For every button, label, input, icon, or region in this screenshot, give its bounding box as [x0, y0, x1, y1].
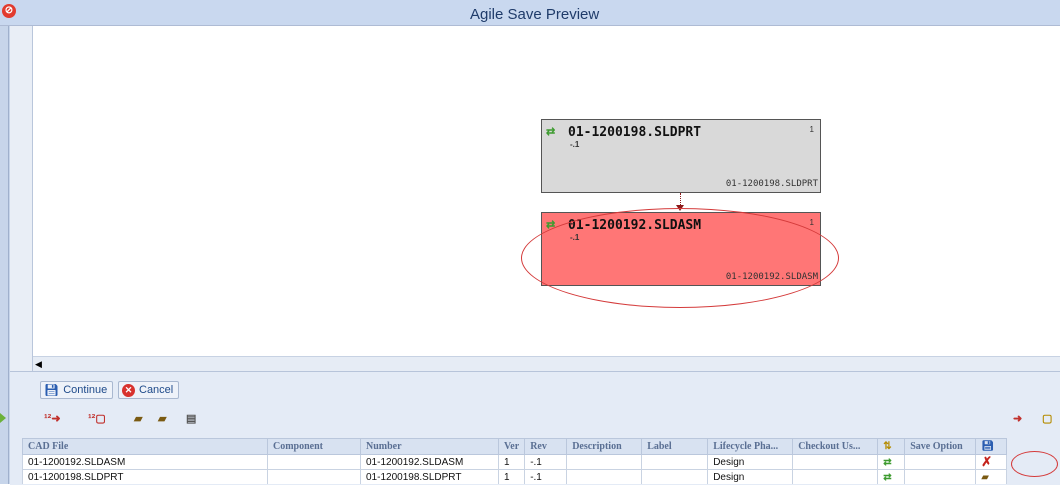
expand-all-icon[interactable]: ➜ [1013, 412, 1022, 430]
node-revision: -.1 [570, 140, 580, 149]
cell-description [566, 454, 643, 470]
cell-status: ⇄ [877, 454, 906, 470]
col-checkout-user[interactable]: Checkout Us... [792, 438, 879, 455]
cell-component [267, 469, 361, 484]
renumber-cube-icon[interactable]: ¹²▢ [88, 412, 106, 430]
node-footer: 01-1200198.SLDPRT [725, 179, 818, 189]
cube-icon[interactable]: ▢ [1042, 412, 1052, 430]
canvas-left-gutter [10, 26, 33, 376]
cell-save-option[interactable] [904, 469, 977, 484]
node-quantity: 1 [809, 125, 814, 134]
horizontal-scrollbar[interactable]: ◀ [33, 356, 1060, 371]
title-bar: ⊘ Agile Save Preview [0, 0, 1060, 26]
annotation-ellipse [521, 208, 839, 308]
col-rev[interactable]: Rev [524, 438, 568, 455]
sync-arrows-icon: ⇄ [883, 471, 892, 483]
structure-node-part[interactable]: ⇄ 01-1200198.SLDPRT -.1 1 01-1200198.SLD… [541, 119, 821, 193]
col-number[interactable]: Number [360, 438, 499, 455]
renumber-expand-icon[interactable]: ¹²➜ [44, 412, 61, 430]
cancel-icon: ✕ [122, 383, 135, 397]
folder-up-icon[interactable]: ▰ [134, 412, 142, 430]
cell-save-option[interactable] [904, 454, 977, 470]
cell-label [641, 454, 709, 470]
table-header-row: CAD File Component Number Ver Rev Descri… [22, 438, 1008, 455]
document-list-icon[interactable]: ▤ [186, 412, 196, 430]
cell-ver: 1 [497, 469, 526, 484]
cell-label [641, 469, 709, 484]
cell-description [566, 469, 643, 484]
cell-checkout-user [792, 469, 879, 484]
node-name: 01-1200198.SLDPRT [568, 125, 702, 140]
table-row[interactable]: 01-1200192.SLDASM 01-1200192.SLDASM 1 -.… [22, 454, 1008, 470]
folder-up-all-icon[interactable]: ▰ [158, 412, 166, 430]
cell-rev: -.1 [524, 469, 568, 484]
col-lifecycle-phase[interactable]: Lifecycle Pha... [707, 438, 794, 455]
sync-arrows-icon: ⇄ [546, 126, 556, 138]
col-save-option[interactable]: Save Option [904, 438, 977, 455]
col-component[interactable]: Component [267, 438, 361, 455]
continue-label: Continue [63, 384, 108, 396]
cell-status: ⇄ [877, 469, 906, 484]
cell-save-flag[interactable]: ✗ [975, 454, 1008, 470]
cell-number: 01-1200192.SLDASM [360, 454, 499, 470]
scroll-left-icon[interactable]: ◀ [35, 359, 45, 369]
panel-expand-icon[interactable] [0, 413, 6, 423]
no-save-icon[interactable]: ✗ [981, 454, 992, 469]
cell-rev: -.1 [524, 454, 568, 470]
cell-component [267, 454, 361, 470]
folder-save-icon[interactable]: ▰ [981, 472, 989, 483]
continue-button[interactable]: 💾︎ Continue [40, 381, 114, 399]
window-title: Agile Save Preview [470, 6, 600, 23]
col-label[interactable]: Label [641, 438, 709, 455]
table-row[interactable]: 01-1200198.SLDPRT 01-1200198.SLDPRT 1 -.… [22, 469, 1008, 484]
cell-lifecycle-phase: Design [707, 469, 794, 484]
cell-checkout-user [792, 454, 879, 470]
cell-save-flag[interactable]: ▰ [975, 469, 1008, 484]
cell-cad-file: 01-1200198.SLDPRT [22, 469, 268, 484]
cancel-label: Cancel [139, 384, 174, 396]
col-save-icon[interactable]: 💾︎ [975, 438, 1008, 455]
cell-ver: 1 [497, 454, 526, 470]
col-description[interactable]: Description [566, 438, 643, 455]
col-status-icon[interactable]: ⇅ [877, 438, 906, 455]
cell-lifecycle-phase: Design [707, 454, 794, 470]
cell-number: 01-1200198.SLDPRT [360, 469, 499, 484]
col-cad-file[interactable]: CAD File [22, 438, 268, 455]
preview-table: CAD File Component Number Ver Rev Descri… [22, 438, 1060, 484]
save-icon: 💾︎ [44, 383, 60, 397]
cancel-button[interactable]: ✕ Cancel [118, 381, 180, 399]
node-quantity: 1 [809, 218, 814, 227]
sync-arrows-icon: ⇄ [883, 456, 892, 468]
cell-cad-file: 01-1200192.SLDASM [22, 454, 268, 470]
annotation-circle [1011, 451, 1058, 477]
col-ver[interactable]: Ver [497, 438, 526, 455]
